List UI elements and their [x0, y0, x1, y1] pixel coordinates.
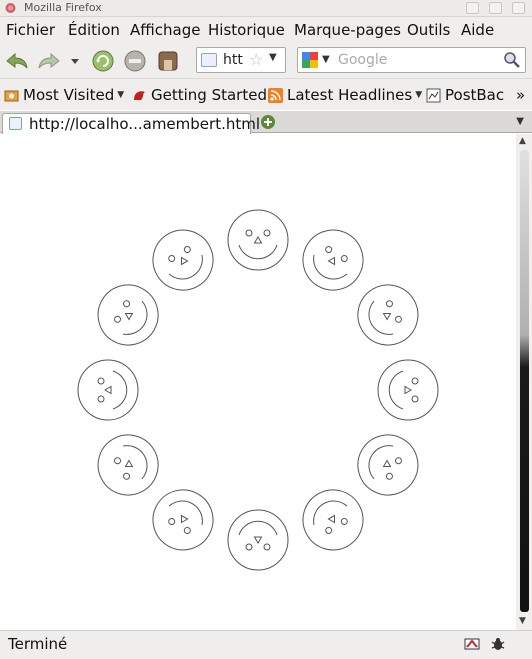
window-title: Mozilla Firefox: [24, 1, 102, 14]
scroll-down-icon[interactable]: ▼: [519, 616, 526, 626]
stop-icon[interactable]: [122, 48, 148, 74]
window-titlebar: Mozilla Firefox: [0, 0, 532, 17]
back-arrow-icon[interactable]: [4, 48, 30, 74]
menu-aide[interactable]: Aide: [461, 21, 494, 39]
firefox-icon: [5, 3, 16, 13]
scrollbar-thumb[interactable]: [520, 150, 529, 612]
bookmark-latest-headlines[interactable]: Latest Headlines ▼: [268, 86, 422, 104]
bookmark-label: PostBac: [445, 86, 505, 104]
reload-icon[interactable]: [90, 48, 116, 74]
face: [227, 509, 289, 571]
face: [377, 359, 439, 421]
rss-feed-icon: [268, 87, 283, 103]
chevron-down-icon: ▼: [117, 90, 125, 100]
menu-fichier[interactable]: Fichier: [6, 21, 55, 39]
bookmark-label: Getting Started: [151, 86, 267, 104]
addon-icon[interactable]: [464, 636, 480, 652]
url-dropdown-icon[interactable]: ▼: [269, 52, 277, 63]
faces-drawing: [77, 209, 439, 571]
tab-title: http://localho...amembert.html: [29, 115, 261, 133]
search-input[interactable]: [338, 50, 498, 70]
search-icon[interactable]: [503, 51, 521, 69]
menu-historique[interactable]: Historique: [208, 21, 285, 39]
face: [152, 229, 214, 291]
url-text[interactable]: htt: [223, 52, 243, 68]
face: [152, 489, 214, 551]
folder-icon: [4, 90, 19, 101]
face: [357, 284, 419, 346]
bookmark-icon: [134, 90, 145, 100]
url-bar[interactable]: htt ☆ ▼: [196, 47, 286, 73]
face: [302, 489, 364, 551]
tab-bar: http://localho...amembert.html ▼: [0, 111, 532, 134]
vertical-scrollbar[interactable]: ▲ ▼: [516, 134, 532, 630]
tab-active[interactable]: http://localho...amembert.html: [2, 113, 260, 134]
close-button[interactable]: [512, 2, 525, 14]
tab-list-dropdown-icon[interactable]: ▼: [516, 116, 524, 127]
bookmark-label: Latest Headlines: [287, 86, 413, 104]
menu-bar: Fichier Édition Affichage Historique Mar…: [0, 17, 532, 44]
status-bar: Terminé: [0, 630, 532, 659]
bookmark-getting-started[interactable]: Getting Started: [132, 86, 267, 104]
history-dropdown-icon[interactable]: [70, 48, 80, 74]
face: [97, 284, 159, 346]
forward-arrow-icon[interactable]: [34, 48, 62, 74]
page-icon: [201, 53, 217, 67]
chevron-down-icon: ▼: [415, 90, 423, 100]
maximize-button[interactable]: [489, 2, 502, 14]
home-icon[interactable]: [155, 48, 181, 74]
face: [302, 229, 364, 291]
search-bar[interactable]: ▼: [297, 47, 526, 73]
face: [77, 359, 139, 421]
menu-edition[interactable]: Édition: [68, 21, 120, 39]
bookmark-star-icon[interactable]: ☆: [249, 50, 263, 69]
page-content: [0, 134, 516, 630]
bookmarks-overflow-button[interactable]: »: [516, 86, 525, 104]
bug-icon[interactable]: [490, 636, 506, 652]
scroll-up-icon[interactable]: ▲: [519, 136, 526, 146]
menu-affichage[interactable]: Affichage: [130, 21, 200, 39]
face: [357, 434, 419, 496]
bookmark-most-visited[interactable]: Most Visited ▼: [4, 86, 124, 104]
menu-outils[interactable]: Outils: [407, 21, 450, 39]
page-icon: [426, 88, 441, 102]
bookmarks-toolbar: Most Visited ▼ Getting Started Latest He…: [0, 78, 532, 110]
face: [227, 209, 289, 271]
page-icon: [9, 117, 22, 130]
new-tab-icon[interactable]: [260, 114, 276, 130]
face: [97, 434, 159, 496]
google-icon[interactable]: [302, 52, 318, 68]
minimize-button[interactable]: [466, 2, 479, 14]
bookmark-postbac[interactable]: PostBac: [426, 86, 504, 104]
menu-marque-pages[interactable]: Marque-pages: [294, 21, 401, 39]
status-text: Terminé: [8, 635, 68, 653]
bookmark-label: Most Visited: [23, 86, 115, 104]
search-engine-dropdown-icon[interactable]: ▼: [322, 54, 330, 65]
